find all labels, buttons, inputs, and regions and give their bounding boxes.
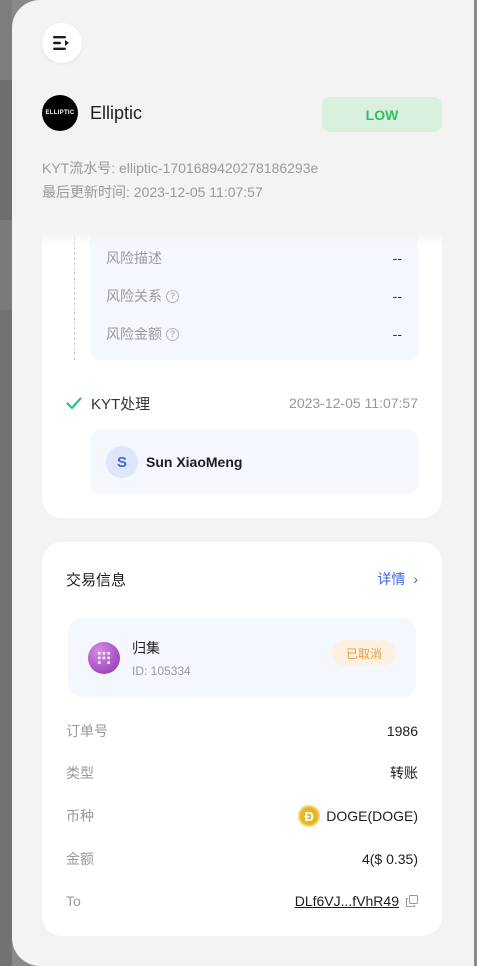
type-value: 转账 — [390, 765, 418, 781]
transaction-summary[interactable]: 归集 ID: 105334 已取消 — [68, 618, 416, 697]
risk-label: 风险描述 — [106, 248, 162, 268]
section-title: 交易信息 — [66, 571, 127, 589]
menu-collapse-icon — [53, 36, 69, 50]
avatar: S — [106, 446, 138, 478]
currency-row: 币种 Ð DOGE(DOGE) — [66, 804, 418, 828]
status-badge: 已取消 — [332, 640, 396, 666]
to-address-link[interactable]: DLf6VJ...fVhR49 — [295, 893, 399, 909]
risk-details-box: 风险描述 -- 风险关系? -- 风险金额? -- — [90, 232, 418, 360]
currency-value: Ð DOGE(DOGE) — [298, 805, 418, 827]
step-time: 2023-12-05 11:07:57 — [289, 395, 418, 411]
order-value: 1986 — [386, 723, 418, 739]
risk-row-amount: 风险金额? -- — [106, 324, 402, 344]
summary-text: 归集 ID: 105334 — [132, 638, 191, 678]
kyt-serial: KYT流水号: elliptic-1701689420278186293e — [42, 160, 319, 176]
help-circle-icon[interactable]: ? — [166, 289, 179, 303]
provider-logo: ELLIPTIC — [42, 95, 78, 131]
currency-text: DOGE(DOGE) — [326, 808, 418, 824]
risk-row-description: 风险描述 -- — [106, 248, 402, 268]
to-label: To — [66, 893, 81, 909]
type-label: 类型 — [66, 765, 94, 781]
currency-label: 币种 — [66, 808, 94, 824]
details-link-label: 详情 — [377, 571, 406, 587]
amount-value: 4($ 0.35) — [361, 851, 418, 867]
transaction-header: 交易信息 详情 › — [66, 568, 418, 590]
doge-coin-icon: Ð — [298, 805, 321, 827]
timeline-connector — [74, 232, 75, 360]
step-title: KYT处理 — [91, 395, 151, 413]
risk-label-text: 风险描述 — [106, 250, 162, 266]
collection-icon — [88, 641, 120, 674]
amount-row: 金额 4($ 0.35) — [66, 847, 418, 871]
backdrop — [0, 220, 12, 310]
backdrop — [0, 0, 12, 80]
to-value: DLf6VJ...fVhR49 — [295, 893, 418, 909]
risk-label: 风险关系? — [106, 286, 179, 306]
type-row: 类型 转账 — [66, 761, 418, 785]
transaction-info-card: 交易信息 详情 › 归集 ID: 105334 已取消 订单号 1986 类型 … — [42, 542, 442, 936]
risk-level-badge: LOW — [322, 97, 442, 132]
backdrop — [0, 310, 12, 966]
backdrop — [0, 80, 12, 220]
risk-label-text: 风险关系 — [106, 288, 162, 304]
help-circle-icon[interactable]: ? — [166, 327, 179, 341]
operator-name: Sun XiaoMeng — [146, 454, 243, 470]
details-link[interactable]: 详情 › — [377, 569, 418, 589]
kyt-process-card: 风险描述 -- 风险关系? -- 风险金额? -- KYT处理 2023-12-… — [42, 232, 442, 518]
risk-label-text: 风险金额 — [106, 326, 162, 342]
kyt-detail-drawer: ELLIPTIC Elliptic LOW KYT流水号: elliptic-1… — [12, 0, 474, 966]
order-label: 订单号 — [66, 723, 108, 739]
risk-value: -- — [392, 250, 402, 266]
to-row: To DLf6VJ...fVhR49 — [66, 889, 418, 913]
provider-name: Elliptic — [90, 102, 143, 123]
risk-value: -- — [392, 288, 402, 304]
order-row: 订单号 1986 — [66, 719, 418, 743]
risk-value: -- — [392, 326, 402, 342]
risk-row-relation: 风险关系? -- — [106, 286, 402, 306]
risk-label: 风险金额? — [106, 324, 179, 344]
amount-label: 金额 — [66, 851, 94, 867]
grid-icon — [98, 651, 110, 664]
check-icon — [66, 397, 82, 410]
last-updated: 最后更新时间: 2023-12-05 11:07:57 — [42, 184, 263, 200]
scroll-fade — [42, 232, 442, 246]
operator-box: S Sun XiaoMeng — [90, 430, 418, 494]
summary-name: 归集 — [132, 639, 160, 656]
summary-id: ID: 105334 — [132, 663, 191, 678]
kyt-step-row: KYT处理 2023-12-05 11:07:57 — [66, 392, 418, 414]
copy-icon[interactable] — [406, 895, 418, 907]
collapse-menu-button[interactable] — [42, 23, 82, 63]
provider-header: ELLIPTIC Elliptic LOW — [42, 94, 442, 132]
chevron-right-icon: › — [413, 571, 418, 587]
